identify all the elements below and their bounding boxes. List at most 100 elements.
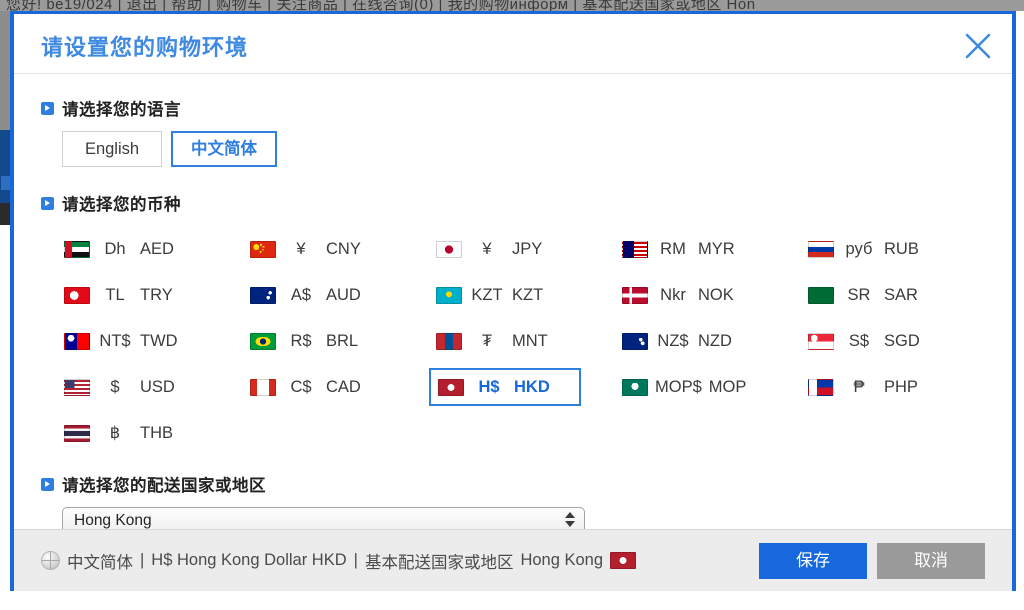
summary-separator: | <box>140 551 145 569</box>
currency-code: USD <box>140 377 175 396</box>
dialog-footer: 中文简体 | H$ Hong Kong Dollar HKD | 基本配送国家或… <box>14 529 1012 591</box>
background-navbar: 您好! be19/024 | 退出 | 帮助 | 购物车 | 关注商品 | 在线… <box>0 0 1024 11</box>
currency-symbol: $ <box>110 377 120 396</box>
currency-code: BRL <box>326 331 359 350</box>
preferences-summary: 中文简体 | H$ Hong Kong Dollar HKD | 基本配送国家或… <box>41 549 637 573</box>
currency-options: Dh AED ¥ CNY ¥ JPY RM MYR руб RUB TL TRY A$ AUD KZT KZT… <box>57 226 985 456</box>
currency-option-php[interactable]: ₱ PHP <box>801 369 953 405</box>
currency-symbol: NT$ <box>99 331 131 350</box>
cancel-button[interactable]: 取消 <box>877 543 985 579</box>
currency-symbol: ¥ <box>296 239 306 258</box>
sa-flag-icon <box>808 286 834 304</box>
currency-section-title: 请选择您的币种 <box>62 196 181 214</box>
currency-option-aud[interactable]: A$ AUD <box>243 277 395 313</box>
currency-code: MNT <box>512 331 548 350</box>
currency-symbol: H$ <box>478 377 500 396</box>
dialog-title: 请设置您的购物环境 <box>41 35 249 60</box>
cn-flag-icon <box>250 240 276 258</box>
currency-symbol: A$ <box>290 285 312 304</box>
chevron-right-icon <box>41 101 54 115</box>
shipping-section-header: 请选择您的配送国家或地区 <box>41 472 985 496</box>
currency-option-brl[interactable]: R$ BRL <box>243 323 395 359</box>
currency-code: SAR <box>884 285 918 304</box>
currency-option-sgd[interactable]: S$ SGD <box>801 323 953 359</box>
shipping-section-title: 请选择您的配送国家或地区 <box>62 477 266 495</box>
currency-code: MOP <box>708 377 747 396</box>
currency-symbol: NZ$ <box>657 331 689 350</box>
currency-option-try[interactable]: TL TRY <box>57 277 209 313</box>
dialog-actions: 保存 取消 <box>759 543 985 579</box>
background-right-strip <box>1018 11 1024 551</box>
shipping-section: 请选择您的配送国家或地区 Hong Kong <box>41 472 985 529</box>
currency-option-sar[interactable]: SR SAR <box>801 277 953 313</box>
tw-flag-icon <box>64 332 90 350</box>
currency-code: NOK <box>698 285 734 304</box>
us-flag-icon <box>64 378 90 396</box>
mn-flag-icon <box>436 332 462 350</box>
dialog-header: 请设置您的购物环境 <box>14 14 1012 74</box>
currency-code: TWD <box>140 331 178 350</box>
currency-option-nok[interactable]: Nkr NOK <box>615 277 767 313</box>
globe-icon <box>41 551 60 570</box>
language-option-english[interactable]: English <box>62 131 162 167</box>
summary-language: 中文简体 <box>67 553 133 572</box>
dialog-body: 请选择您的语言 English 中文简体 请选择您的币种 Dh AED ¥ CNY ¥ JP… <box>14 74 1012 529</box>
currency-option-hkd[interactable]: H$ HKD <box>429 368 581 406</box>
my-flag-icon <box>622 240 648 258</box>
currency-symbol: Dh <box>104 239 126 258</box>
tr-flag-icon <box>64 286 90 304</box>
currency-symbol: ฿ <box>109 424 121 442</box>
shipping-country-select[interactable]: Hong Kong <box>62 507 585 529</box>
currency-symbol: MOP$ <box>655 377 702 396</box>
currency-code: RUB <box>884 239 919 258</box>
no-flag-icon <box>622 286 648 304</box>
currency-option-aed[interactable]: Dh AED <box>57 231 209 267</box>
summary-shipping-value: Hong Kong <box>520 551 604 569</box>
language-option-chinese[interactable]: 中文简体 <box>171 131 277 167</box>
currency-symbol: руб <box>845 239 873 258</box>
shopping-preferences-dialog: 请设置您的购物环境 请选择您的语言 English 中文简体 请选择您的币种 Dh… <box>10 11 1016 591</box>
currency-option-cad[interactable]: C$ CAD <box>243 369 395 405</box>
language-section-title: 请选择您的语言 <box>62 101 181 119</box>
kz-flag-icon <box>436 286 462 304</box>
currency-code: THB <box>140 423 173 442</box>
currency-symbol: S$ <box>848 331 870 350</box>
chevron-right-icon <box>41 196 54 210</box>
currency-section-header: 请选择您的币种 <box>41 191 985 215</box>
currency-option-mnt[interactable]: ₮ MNT <box>429 323 581 359</box>
summary-separator: | <box>353 551 358 569</box>
ru-flag-icon <box>808 240 834 258</box>
currency-option-mop[interactable]: MOP$ MOP <box>615 369 767 405</box>
currency-code: HKD <box>514 377 550 396</box>
hk-flag-icon <box>610 552 637 569</box>
save-button[interactable]: 保存 <box>759 543 867 579</box>
shipping-country-value: Hong Kong <box>74 512 152 529</box>
currency-symbol: KZT <box>471 285 503 304</box>
th-flag-icon <box>64 424 90 442</box>
currency-option-myr[interactable]: RM MYR <box>615 231 767 267</box>
currency-option-kzt[interactable]: KZT KZT <box>429 277 581 313</box>
currency-symbol: R$ <box>290 331 312 350</box>
ph-flag-icon <box>808 378 834 396</box>
currency-symbol: ¥ <box>482 239 492 258</box>
language-options: English 中文简体 <box>62 131 985 167</box>
background-navbar-text: 您好! be19/024 | 退出 | 帮助 | 购物车 | 关注商品 | 在线… <box>6 0 756 11</box>
currency-symbol: Nkr <box>660 285 686 304</box>
currency-option-thb[interactable]: ฿ THB <box>57 415 209 451</box>
currency-option-rub[interactable]: руб RUB <box>801 231 953 267</box>
currency-code: NZD <box>698 331 732 350</box>
currency-option-usd[interactable]: $ USD <box>57 369 209 405</box>
currency-option-nzd[interactable]: NZ$ NZD <box>615 323 767 359</box>
currency-option-twd[interactable]: NT$ TWD <box>57 323 209 359</box>
close-icon[interactable] <box>958 26 998 66</box>
au-flag-icon <box>250 286 276 304</box>
currency-option-cny[interactable]: ¥ CNY <box>243 231 395 267</box>
currency-code: SGD <box>884 331 920 350</box>
hk-flag-icon <box>438 378 464 396</box>
br-flag-icon <box>250 332 276 350</box>
currency-option-jpy[interactable]: ¥ JPY <box>429 231 581 267</box>
currency-code: AUD <box>326 285 361 304</box>
summary-currency: H$ Hong Kong Dollar HKD <box>151 551 347 569</box>
currency-code: CAD <box>326 377 361 396</box>
ae-flag-icon <box>64 240 90 258</box>
